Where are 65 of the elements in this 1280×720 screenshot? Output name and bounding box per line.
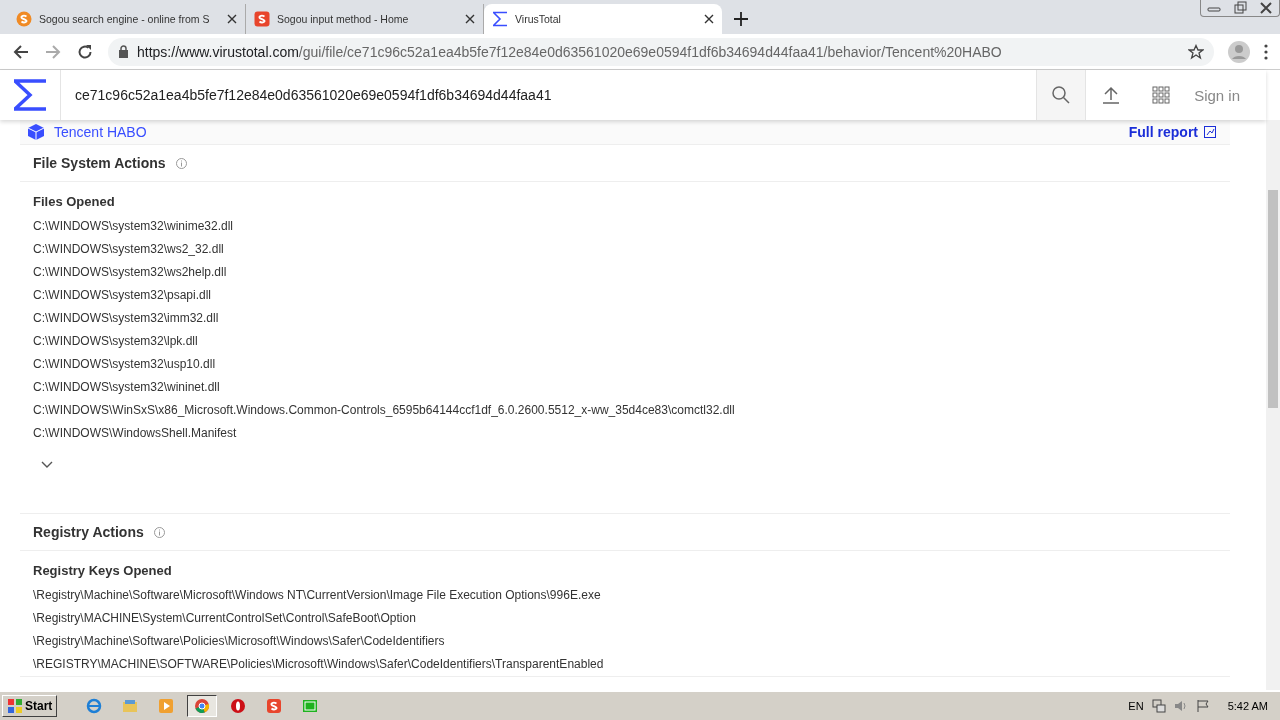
subsection-title: Files Opened [32,193,116,211]
start-button[interactable]: Start [2,695,58,717]
path-entry: C:\WINDOWS\system32\usp10.dll [32,356,217,373]
sogou-icon [16,11,32,27]
browser-tab[interactable]: VirusTotal [484,4,722,34]
path-entry: C:\WINDOWS\system32\winime32.dll [32,218,235,235]
close-icon[interactable] [465,14,475,24]
search-button[interactable] [1036,70,1087,120]
cubes-icon [26,123,46,141]
section-title: File System Actions [33,155,166,171]
sigma-logo-icon [492,11,508,27]
lock-icon [118,45,129,58]
app-icon [266,698,283,714]
app-icon [194,698,211,714]
sandbox-name: Tencent HABO [54,124,147,140]
speaker-icon[interactable] [1173,699,1188,713]
path-entry: C:\WINDOWS\system32\ws2_32.dll [32,241,225,258]
close-icon[interactable] [227,14,237,24]
path-entry: C:\WINDOWS\system32\wininet.dll [32,379,221,396]
info-icon[interactable] [153,526,165,538]
profile-icon[interactable] [1228,40,1250,63]
path-entry: C:\WINDOWS\WindowsShell.Manifest [32,425,238,442]
taskbar-app-button[interactable] [187,695,218,717]
upload-button[interactable] [1086,70,1137,120]
scrollbar[interactable] [1266,120,1280,690]
app-icon [122,698,139,714]
forward-icon[interactable] [44,42,62,61]
chevron-down-icon [41,461,53,469]
subsection-title: Registry Keys Opened [32,562,173,580]
path-entry: \Registry\Machine\Software\Policies\Microsoft\Windows\Safer\CodeIdentifiers [32,633,446,650]
reload-icon[interactable] [76,42,94,61]
path-entry: C:\WINDOWS\system32\ws2help.dll [32,264,228,281]
path-entry: C:\WINDOWS\system32\lpk.dll [32,333,199,350]
sogou-icon [254,11,270,27]
path-entry: \REGISTRY\MACHINE\SOFTWARE\Policies\Microsoft\Windows\Safer\CodeIdentifiers\TransparentEnabled [32,656,605,673]
windows-logo-icon [7,698,23,714]
grid-icon [1151,85,1172,105]
path-entry: \Registry\Machine\Software\Microsoft\Windows NT\CurrentVersion\Image File Execution Options\996E.exe [32,587,602,604]
clock[interactable]: 5:42 AM [1217,700,1278,712]
app-icon [302,698,319,714]
app-icon [158,698,175,714]
star-icon[interactable] [1188,43,1204,60]
address-bar[interactable]: https://www.virustotal.com/gui/file/ce71c96c52a1ea4b5fe7f12e84e0d63561020e69e0594f1df6b34694d44faa41/behavior/Tencent%20HABO [108,37,1214,66]
close-icon[interactable] [704,14,714,24]
search-field[interactable]: ce71c96c52a1ea4b5fe7f12e84e0d63561020e69e0594f1df6b34694d44faa41 [61,70,1037,120]
full-report-link[interactable]: Full report [1128,124,1216,140]
menu-icon[interactable] [1264,43,1268,60]
app-icon [230,698,247,714]
language-indicator[interactable]: EN [1128,700,1144,712]
flag-icon[interactable] [1195,699,1210,713]
back-icon[interactable] [12,42,30,61]
search-icon [1051,85,1072,105]
app-icon [86,698,103,714]
upload-icon [1101,85,1122,105]
sign-in-link[interactable]: Sign in [1186,70,1266,120]
path-entry: C:\WINDOWS\WinSxS\x86_Microsoft.Windows.Common-Controls_6595b64144ccf1df_6.0.2600.5512_x-ww_35d4ce83\comctl32.dll [32,402,736,419]
path-entry: \Registry\MACHINE\System\CurrentControlSet\Control\SafeBoot\Option [32,610,417,627]
sigma-logo-icon[interactable] [12,79,48,111]
network-icon[interactable] [1151,699,1166,713]
path-entry: C:\WINDOWS\system32\psapi.dll [32,287,213,304]
section-title: Registry Actions [33,524,144,540]
path-entry: C:\WINDOWS\system32\imm32.dll [32,310,220,327]
chart-icon [1204,126,1216,138]
new-tab-icon[interactable] [734,12,748,26]
info-icon[interactable] [175,157,187,169]
